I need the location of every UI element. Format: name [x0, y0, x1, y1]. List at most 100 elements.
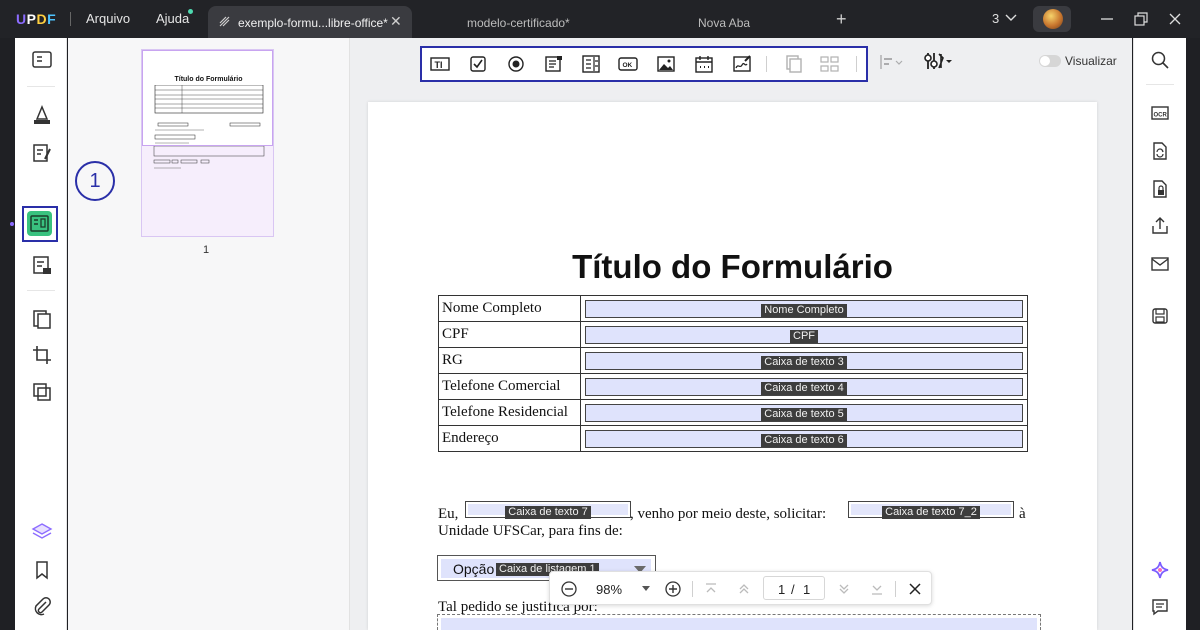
- ocr-icon[interactable]: OCR: [1150, 103, 1170, 123]
- prepare-form-button[interactable]: [22, 206, 58, 242]
- total-pages: 1: [803, 582, 811, 597]
- text-field-endereco[interactable]: Caixa de texto 6: [585, 429, 1023, 448]
- form-tools-menu-icon[interactable]: [924, 51, 954, 71]
- field-name-tag: Caixa de texto 6: [761, 433, 847, 447]
- minimize-icon[interactable]: [1099, 11, 1115, 27]
- toggle-knob: [1040, 56, 1050, 66]
- paragraph-unidade: Unidade UFSCar, para fins de:: [438, 523, 623, 539]
- tab-nova-aba[interactable]: Nova Aba: [616, 6, 826, 38]
- page-separator: /: [791, 582, 795, 597]
- field-name-tag: CPF: [790, 329, 818, 343]
- zoom-in-icon[interactable]: [664, 580, 682, 598]
- pdf-page: Título do Formulário Nome Completo Nome …: [368, 102, 1097, 630]
- text-field-justification[interactable]: [437, 614, 1041, 630]
- text-field-telefone-residencial[interactable]: Caixa de texto 5: [585, 403, 1023, 422]
- updf-logo: UPDF: [16, 11, 57, 27]
- title-divider: [70, 12, 71, 26]
- close-icon[interactable]: [906, 580, 924, 598]
- form-tools-toolbar: TI OK: [420, 46, 868, 82]
- title-bar: UPDF Arquivo Ajuda exemplo-formu...libre…: [0, 0, 1200, 38]
- last-page-icon[interactable]: [868, 580, 886, 598]
- text-field-7[interactable]: Caixa de texto 7: [465, 501, 631, 519]
- paragraph-request: , venho por meio deste, solicitar:: [630, 506, 827, 522]
- organize-pages-icon[interactable]: [31, 308, 53, 330]
- new-tab-icon[interactable]: +: [836, 9, 847, 30]
- chevron-down-icon[interactable]: [1004, 11, 1018, 25]
- date-field-icon[interactable]: [694, 55, 714, 73]
- crop-icon[interactable]: [31, 344, 53, 366]
- preview-toggle[interactable]: [1039, 55, 1061, 67]
- close-window-icon[interactable]: [1167, 11, 1183, 27]
- close-tab-icon[interactable]: ✕: [390, 13, 402, 30]
- save-icon[interactable]: [1150, 306, 1170, 326]
- combo-box-icon[interactable]: [544, 55, 564, 73]
- text-field-nome-completo[interactable]: Nome Completo: [585, 299, 1023, 318]
- checkbox-icon[interactable]: [468, 55, 488, 73]
- signature-field-icon[interactable]: [732, 55, 752, 73]
- page-number-input[interactable]: 1 / 1: [763, 576, 825, 600]
- text-field-7-2[interactable]: Caixa de texto 7_2: [848, 501, 1014, 519]
- search-icon[interactable]: [1150, 50, 1170, 70]
- text-field-telefone-comercial[interactable]: Caixa de texto 4: [585, 377, 1023, 396]
- layers-icon[interactable]: [31, 521, 53, 543]
- thumbnail-lower-preview: [153, 146, 265, 169]
- row-label: RG: [438, 347, 581, 374]
- avatar[interactable]: [1033, 6, 1071, 32]
- reader-mode-icon[interactable]: [31, 49, 53, 71]
- menu-help[interactable]: Ajuda: [156, 11, 189, 26]
- text-field-rg[interactable]: Caixa de texto 3: [585, 351, 1023, 370]
- radio-button-icon[interactable]: [506, 55, 526, 73]
- zoom-out-icon[interactable]: [560, 580, 578, 598]
- paragraph-eu: Eu,: [438, 506, 459, 522]
- tools-icon[interactable]: [31, 381, 53, 403]
- zoom-dropdown-icon[interactable]: [640, 582, 652, 594]
- field-name-tag: Caixa de texto 7_2: [882, 506, 980, 519]
- fill-sign-icon[interactable]: [31, 254, 53, 276]
- image-field-icon[interactable]: [656, 55, 676, 73]
- comment-icon[interactable]: [1150, 597, 1170, 617]
- email-icon[interactable]: [1150, 254, 1170, 274]
- window-frame-left: [0, 38, 15, 630]
- next-page-icon[interactable]: [835, 580, 853, 598]
- text-field-cpf[interactable]: CPF: [585, 325, 1023, 344]
- restore-icon[interactable]: [1133, 11, 1149, 27]
- list-box-icon[interactable]: [581, 55, 601, 73]
- attachment-icon[interactable]: [31, 596, 53, 618]
- zoom-bar: 98% 1 / 1: [549, 571, 932, 605]
- text-field-icon[interactable]: TI: [430, 55, 450, 73]
- edit-pdf-icon[interactable]: [31, 142, 53, 164]
- divider: [1146, 84, 1174, 85]
- button-field-icon[interactable]: OK: [618, 55, 638, 73]
- zoom-level[interactable]: 98%: [596, 582, 622, 597]
- window-count[interactable]: 3: [992, 11, 999, 26]
- first-page-icon[interactable]: [702, 580, 720, 598]
- field-name-tag: Caixa de texto 7: [505, 506, 591, 519]
- page-thumbnail[interactable]: Título do Formulário: [141, 49, 274, 237]
- tab-label: exemplo-formu...libre-office*: [238, 16, 388, 30]
- menu-file[interactable]: Arquivo: [86, 11, 130, 26]
- table-row: Telefone Comercial Caixa de texto 4: [438, 373, 1028, 400]
- previous-page-icon[interactable]: [735, 580, 753, 598]
- field-fill: [441, 618, 1037, 630]
- highlight-comment-icon[interactable]: [31, 104, 53, 126]
- current-page: 1: [778, 582, 786, 597]
- tab-modelo-certificado[interactable]: modelo-certificado*: [412, 6, 616, 38]
- thumbnail-selection: Título do Formulário: [142, 50, 273, 146]
- share-icon[interactable]: [1150, 216, 1170, 236]
- right-toolbar: OCR: [1133, 38, 1186, 630]
- table-row: RG Caixa de texto 3: [438, 347, 1028, 374]
- thumbnail-panel: Título do Formulário 1: [68, 38, 350, 630]
- multi-page-icon: [820, 56, 839, 72]
- tab-exemplo-formulario[interactable]: exemplo-formu...libre-office* ✕: [208, 6, 412, 38]
- duplicate-field-icon: [786, 55, 802, 73]
- field-name-tag: Caixa de texto 3: [761, 355, 847, 369]
- protect-icon[interactable]: [1150, 179, 1170, 199]
- convert-icon[interactable]: [1150, 141, 1170, 161]
- unsaved-file-icon: [219, 16, 230, 27]
- bookmark-icon[interactable]: [31, 559, 53, 581]
- tab-label: modelo-certificado*: [467, 16, 570, 30]
- table-row: Endereço Caixa de texto 6: [438, 425, 1028, 452]
- field-name-tag: Caixa de texto 4: [761, 381, 847, 395]
- ai-assistant-icon[interactable]: [1150, 560, 1170, 580]
- prepare-form-icon: [27, 211, 52, 236]
